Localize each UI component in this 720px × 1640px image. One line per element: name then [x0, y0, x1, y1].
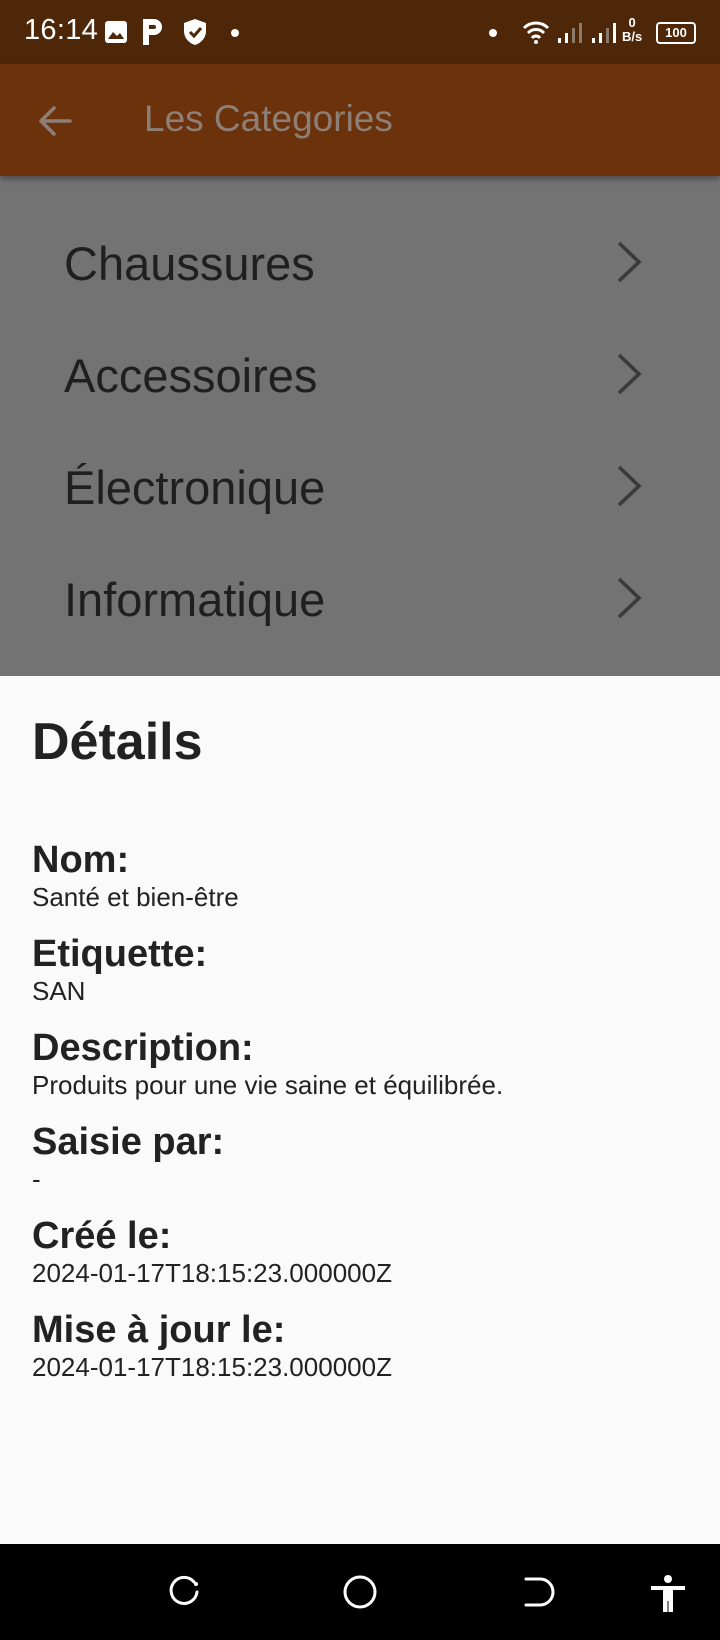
chevron-right-icon	[617, 577, 642, 619]
battery-icon: 100	[656, 22, 696, 44]
recents-icon[interactable]	[166, 1574, 202, 1610]
back-icon[interactable]	[520, 1574, 556, 1610]
dot-icon	[231, 29, 239, 37]
chevron-right-icon	[617, 353, 642, 395]
details-heading: Détails	[32, 713, 203, 771]
wifi-icon	[522, 21, 550, 44]
page-title: Les Categories	[144, 98, 393, 139]
detail-label: Créé le:	[32, 1215, 172, 1257]
signal-icon	[592, 23, 616, 43]
detail-field-cree-le: Créé le: 2024-01-17T18:15:23.000000Z	[32, 1214, 392, 1288]
app-bar: Les Categories	[0, 64, 720, 176]
detail-value: 2024-01-17T18:15:23.000000Z	[32, 1352, 392, 1382]
category-label: Informatique	[64, 573, 326, 626]
detail-value: -	[32, 1164, 41, 1194]
detail-field-nom: Nom: Santé et bien-être	[32, 838, 239, 912]
list-item[interactable]: Informatique	[0, 542, 720, 654]
chevron-right-icon	[617, 465, 642, 507]
net-speed-value: 0	[628, 15, 636, 30]
detail-label: Nom:	[32, 839, 130, 881]
shield-icon	[184, 19, 206, 45]
arrow-left-icon[interactable]	[36, 102, 74, 140]
list-item[interactable]: Électronique	[0, 430, 720, 542]
detail-field-etiquette: Etiquette: SAN	[32, 932, 207, 1006]
signal-icon	[558, 23, 582, 43]
details-sheet: Détails Nom: Santé et bien-être Etiquett…	[0, 676, 720, 1544]
dot-icon	[489, 29, 497, 37]
detail-field-mise-a-jour-le: Mise à jour le: 2024-01-17T18:15:23.0000…	[32, 1308, 392, 1382]
category-label: Électronique	[64, 461, 326, 514]
detail-value: SAN	[32, 976, 86, 1006]
detail-label: Description:	[32, 1027, 254, 1069]
list-item[interactable]: Accessoires	[0, 318, 720, 430]
detail-value: Santé et bien-être	[32, 882, 239, 912]
battery-level: 100	[665, 25, 687, 40]
category-label: Chaussures	[64, 237, 315, 290]
list-item[interactable]: Chaussures	[0, 206, 720, 318]
home-icon[interactable]	[342, 1574, 378, 1610]
detail-field-description: Description: Produits pour une vie saine…	[32, 1026, 503, 1100]
detail-label: Etiquette:	[32, 933, 208, 975]
image-icon	[105, 21, 127, 43]
status-time: 16:14	[24, 14, 99, 46]
system-nav-bar	[0, 1544, 720, 1640]
detail-label: Saisie par:	[32, 1121, 225, 1163]
category-label: Accessoires	[64, 349, 318, 402]
accessibility-icon[interactable]	[648, 1574, 688, 1614]
net-speed-unit: B/s	[622, 29, 643, 44]
detail-label: Mise à jour le:	[32, 1309, 286, 1351]
detail-value: Produits pour une vie saine et équilibré…	[32, 1070, 504, 1100]
status-bar: 16:14 0 B/s 100	[0, 0, 720, 64]
chevron-right-icon	[617, 241, 642, 283]
net-speed: 0 B/s	[622, 16, 642, 44]
detail-field-saisie-par: Saisie par: -	[32, 1120, 224, 1194]
parking-icon	[143, 19, 162, 45]
detail-value: 2024-01-17T18:15:23.000000Z	[32, 1258, 392, 1288]
